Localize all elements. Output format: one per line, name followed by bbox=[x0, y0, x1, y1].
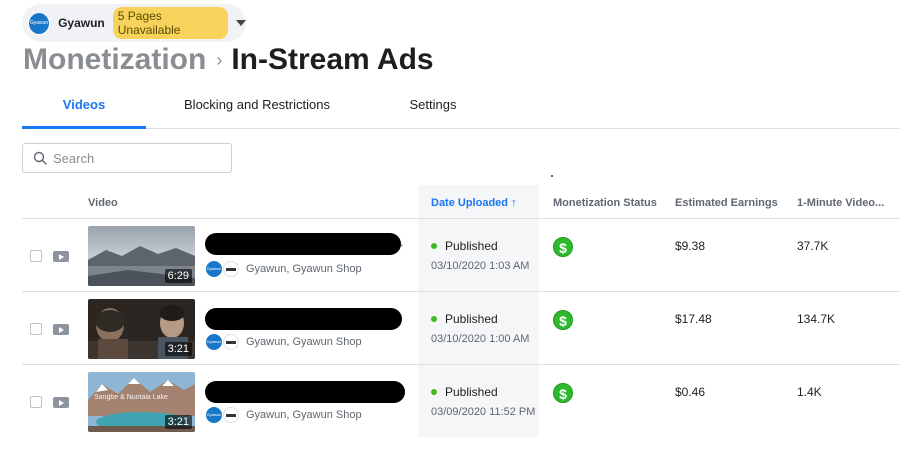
video-type-icon bbox=[53, 251, 69, 262]
search-input[interactable] bbox=[53, 150, 213, 166]
column-header-one-minute-views[interactable]: 1-Minute Video... bbox=[797, 185, 884, 219]
video-duration: 6:29 bbox=[164, 269, 192, 283]
video-owner: Gyawun Gyawun, Gyawun Shop bbox=[206, 334, 362, 350]
video-thumbnail[interactable]: 6:29 bbox=[88, 226, 195, 286]
video-owner: Gyawun Gyawun, Gyawun Shop bbox=[206, 261, 362, 277]
pages-unavailable-badge: 5 Pages Unavailable bbox=[112, 7, 228, 39]
video-type-icon bbox=[53, 324, 69, 335]
tab-blocking-and-restrictions[interactable]: Blocking and Restrictions bbox=[182, 86, 332, 129]
estimated-earnings: $9.38 bbox=[675, 239, 706, 253]
caret-down-icon[interactable] bbox=[236, 20, 246, 26]
one-minute-views: 37.7K bbox=[797, 239, 829, 253]
search-icon bbox=[33, 151, 47, 165]
dollar-icon[interactable]: $ bbox=[553, 237, 573, 257]
row-checkbox[interactable] bbox=[30, 396, 42, 408]
estimated-earnings: $17.48 bbox=[675, 312, 712, 326]
publish-status: Published bbox=[431, 385, 498, 399]
shop-avatar-icon bbox=[223, 261, 239, 277]
column-header-date-uploaded[interactable]: Date Uploaded ↑ bbox=[431, 185, 517, 219]
table-row[interactable]: Sangbe & Nuntala Lake 3:21 Gyawun Gyawun… bbox=[22, 365, 900, 438]
video-type-icon bbox=[53, 397, 69, 408]
title-suffix: . bbox=[400, 235, 404, 249]
published-dot-icon bbox=[431, 389, 437, 395]
video-duration: 3:21 bbox=[164, 342, 192, 356]
table-header: Video Date Uploaded ↑ Monetization Statu… bbox=[22, 185, 900, 219]
published-dot-icon bbox=[431, 316, 437, 322]
upload-date: 03/09/2020 11:52 PM bbox=[431, 406, 536, 418]
stray-mark bbox=[551, 175, 553, 177]
published-dot-icon bbox=[431, 243, 437, 249]
dollar-icon[interactable]: $ bbox=[553, 310, 573, 330]
column-header-monetization-status[interactable]: Monetization Status bbox=[553, 185, 657, 219]
page-selector[interactable]: Gyawun Gyawun 5 Pages Unavailable bbox=[22, 4, 246, 42]
owner-names: Gyawun, Gyawun Shop bbox=[246, 409, 362, 421]
video-duration: 3:21 bbox=[164, 415, 192, 429]
upload-date: 03/10/2020 1:03 AM bbox=[431, 260, 530, 272]
column-header-video: Video bbox=[88, 197, 118, 209]
search-box[interactable] bbox=[22, 143, 232, 173]
owner-avatar: Gyawun bbox=[206, 261, 222, 277]
row-checkbox[interactable] bbox=[30, 250, 42, 262]
videos-table: Video Date Uploaded ↑ Monetization Statu… bbox=[22, 185, 900, 438]
row-checkbox[interactable] bbox=[30, 323, 42, 335]
dollar-icon[interactable]: $ bbox=[553, 383, 573, 403]
owner-avatar: Gyawun bbox=[206, 334, 222, 350]
publish-status: Published bbox=[431, 239, 498, 253]
page-avatar: Gyawun bbox=[28, 11, 51, 35]
table-row[interactable]: 6:29 . Gyawun Gyawun, Gyawun Shop Publis… bbox=[22, 219, 900, 292]
page-title: In-Stream Ads bbox=[231, 43, 434, 76]
tab-videos[interactable]: Videos bbox=[22, 86, 146, 129]
redacted-title bbox=[205, 233, 401, 255]
estimated-earnings: $0.46 bbox=[675, 385, 706, 399]
redacted-title bbox=[205, 381, 405, 403]
table-row[interactable]: 3:21 Gyawun Gyawun, Gyawun Shop Publishe… bbox=[22, 292, 900, 365]
thumbnail-caption: Sangbe & Nuntala Lake bbox=[94, 394, 168, 401]
breadcrumb-separator-icon: › bbox=[216, 49, 223, 70]
status-text: Published bbox=[445, 312, 498, 326]
one-minute-views: 1.4K bbox=[797, 385, 822, 399]
shop-avatar-icon bbox=[223, 407, 239, 423]
page-name: Gyawun bbox=[58, 16, 105, 30]
one-minute-views: 134.7K bbox=[797, 312, 836, 326]
breadcrumb: Monetization › In-Stream Ads bbox=[23, 43, 434, 77]
upload-date: 03/10/2020 1:00 AM bbox=[431, 333, 530, 345]
shop-avatar-icon bbox=[223, 334, 239, 350]
video-owner: Gyawun Gyawun, Gyawun Shop bbox=[206, 407, 362, 423]
video-thumbnail[interactable]: 3:21 bbox=[88, 299, 195, 359]
video-thumbnail[interactable]: Sangbe & Nuntala Lake 3:21 bbox=[88, 372, 195, 432]
publish-status: Published bbox=[431, 312, 498, 326]
redacted-title bbox=[205, 308, 402, 330]
status-text: Published bbox=[445, 239, 498, 253]
breadcrumb-parent[interactable]: Monetization bbox=[23, 43, 206, 77]
owner-names: Gyawun, Gyawun Shop bbox=[246, 263, 362, 275]
tab-bar: Videos Blocking and Restrictions Setting… bbox=[22, 86, 900, 129]
tab-settings[interactable]: Settings bbox=[402, 86, 464, 129]
status-text: Published bbox=[445, 385, 498, 399]
column-header-estimated-earnings[interactable]: Estimated Earnings bbox=[675, 185, 778, 219]
owner-names: Gyawun, Gyawun Shop bbox=[246, 336, 362, 348]
owner-avatar: Gyawun bbox=[206, 407, 222, 423]
